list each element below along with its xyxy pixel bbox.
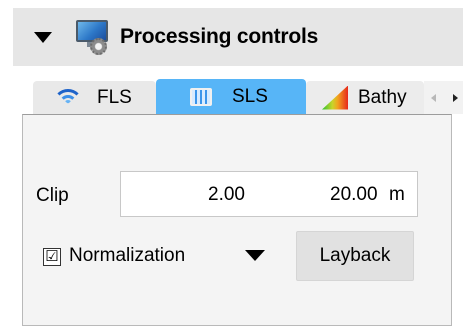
- normalization-label: Normalization: [69, 245, 186, 266]
- sls-panel: Clip 2.00 20.00 m ☑ Normalization Laybac…: [22, 114, 452, 326]
- tab-fls-label: FLS: [97, 86, 132, 108]
- clip-range-input[interactable]: 2.00 20.00 m: [120, 171, 418, 217]
- layback-button[interactable]: Layback: [296, 231, 414, 281]
- clip-min-value[interactable]: 2.00: [208, 184, 245, 206]
- monitor-gear-icon: [74, 18, 112, 56]
- processing-controls-header[interactable]: Processing controls: [13, 8, 463, 66]
- clip-label: Clip: [36, 185, 69, 206]
- gear-icon: [90, 38, 107, 55]
- scroll-left-icon[interactable]: [431, 93, 436, 102]
- clip-unit: m: [389, 184, 405, 205]
- clip-max-value[interactable]: 20.00: [330, 184, 378, 206]
- tab-fls[interactable]: FLS: [33, 81, 156, 114]
- tab-bathy[interactable]: Bathy: [306, 81, 424, 114]
- tab-sls-label: SLS: [232, 85, 268, 107]
- header-title: Processing controls: [120, 25, 319, 48]
- chevron-down-icon[interactable]: [245, 250, 265, 261]
- tab-sls[interactable]: SLS: [156, 79, 306, 114]
- normalization-checkbox[interactable]: ☑: [43, 248, 61, 266]
- scroll-right-icon[interactable]: [453, 93, 458, 102]
- bathy-gradient-icon: [322, 86, 348, 110]
- sls-icon: [190, 87, 212, 106]
- triangle-down-icon[interactable]: [34, 31, 52, 43]
- tab-scroll-controls: [424, 81, 463, 114]
- tab-bathy-label: Bathy: [358, 86, 407, 108]
- wifi-icon: [53, 88, 83, 107]
- tab-bar: FLS SLS Bathy: [13, 66, 463, 114]
